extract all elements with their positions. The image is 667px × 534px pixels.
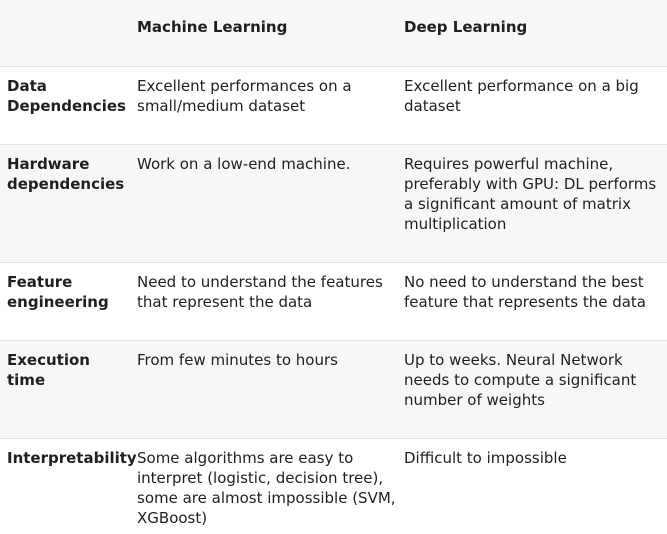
dl-cell: Up to weeks. Neural Network needs to com… [404,351,637,409]
row-label: Hardware dependencies [7,155,125,193]
dl-cell: Difficult to impossible [404,449,567,467]
table-header-row: Machine Learning Deep Learning [0,0,667,67]
table-row: Feature engineering Need to understand t… [0,263,667,341]
dl-cell: No need to understand the best feature t… [404,273,646,311]
ml-cell: From few minutes to hours [137,351,338,369]
ml-cell: Work on a low-end machine. [137,155,351,173]
header-machine-learning: Machine Learning [137,18,288,36]
comparison-table: Machine Learning Deep Learning Data Depe… [0,0,667,534]
row-label: Data Dependencies [7,77,126,115]
table-row: Hardware dependencies Work on a low-end … [0,145,667,263]
header-deep-learning: Deep Learning [404,18,528,36]
dl-cell: Requires powerful machine, preferably wi… [404,155,657,233]
header-blank-cell [0,0,137,66]
dl-cell: Excellent performance on a big dataset [404,77,639,115]
table-row: Data Dependencies Excellent performances… [0,67,667,145]
ml-cell: Some algorithms are easy to interpret (l… [137,449,396,527]
table-row: Execution time From few minutes to hours… [0,341,667,439]
ml-cell: Excellent performances on a small/medium… [137,77,352,115]
row-label: Interpretability [7,449,137,467]
row-label: Execution time [7,351,90,389]
ml-cell: Need to understand the features that rep… [137,273,383,311]
row-label: Feature engineering [7,273,109,311]
table-row: Interpretability Some algorithms are eas… [0,439,667,534]
